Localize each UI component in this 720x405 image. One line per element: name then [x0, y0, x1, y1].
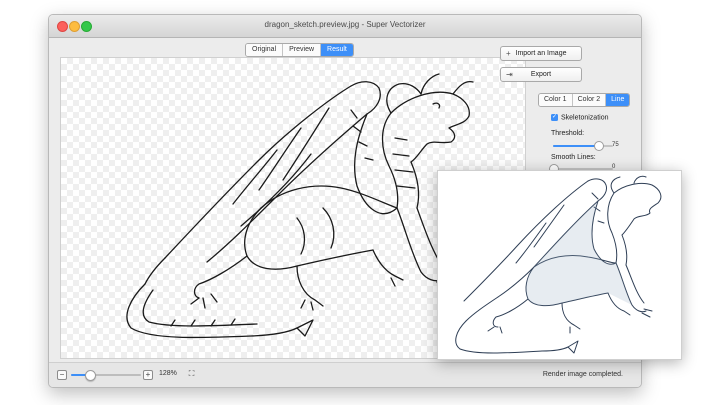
- threshold-slider[interactable]: [553, 141, 613, 151]
- threshold-label: Threshold:: [551, 130, 585, 137]
- title-bar: dragon_sketch.preview.jpg - Super Vector…: [49, 15, 641, 38]
- skeletonization-checkbox[interactable]: ✓: [551, 114, 558, 121]
- smooth-lines-label: Smooth Lines:: [551, 154, 596, 161]
- tab-original[interactable]: Original: [246, 44, 284, 56]
- zoom-slider[interactable]: [71, 370, 141, 381]
- zoom-out-button[interactable]: −: [57, 370, 67, 380]
- skeletonization-option[interactable]: ✓ Skeletonization: [551, 114, 608, 121]
- fit-to-window-icon[interactable]: ⛶: [187, 369, 196, 378]
- import-image-button[interactable]: + Import an Image: [500, 46, 582, 61]
- status-message: Render image completed.: [542, 371, 623, 378]
- import-button-label: Import an Image: [515, 50, 567, 57]
- zoom-in-button[interactable]: +: [143, 370, 153, 380]
- mode-tabs: Color 1 Color 2 Line: [538, 93, 631, 107]
- bottom-toolbar: − + 128% ⛶ Render image completed.: [49, 362, 641, 387]
- tab-line[interactable]: Line: [606, 94, 630, 106]
- zoom-slider-knob[interactable]: [85, 370, 96, 381]
- threshold-slider-fill: [553, 145, 598, 147]
- zoom-level: 128%: [159, 370, 177, 377]
- tab-result[interactable]: Result: [321, 44, 353, 56]
- tab-color-2[interactable]: Color 2: [572, 94, 607, 106]
- original-dragon-sketch: [455, 175, 662, 354]
- skeletonization-label: Skeletonization: [561, 114, 609, 122]
- threshold-slider-knob[interactable]: [594, 141, 604, 151]
- view-tabs: Original Preview Result: [245, 43, 354, 57]
- export-icon: ⇥: [506, 70, 513, 79]
- window-title: dragon_sketch.preview.jpg - Super Vector…: [264, 20, 426, 29]
- threshold-value: 75: [612, 142, 619, 148]
- import-icon: +: [506, 49, 511, 58]
- export-button-label: Export: [530, 71, 552, 78]
- original-sketch-preview: [437, 170, 682, 360]
- tab-preview[interactable]: Preview: [283, 44, 322, 56]
- export-button[interactable]: ⇥ Export: [500, 67, 582, 82]
- tab-color-1[interactable]: Color 1: [539, 94, 573, 106]
